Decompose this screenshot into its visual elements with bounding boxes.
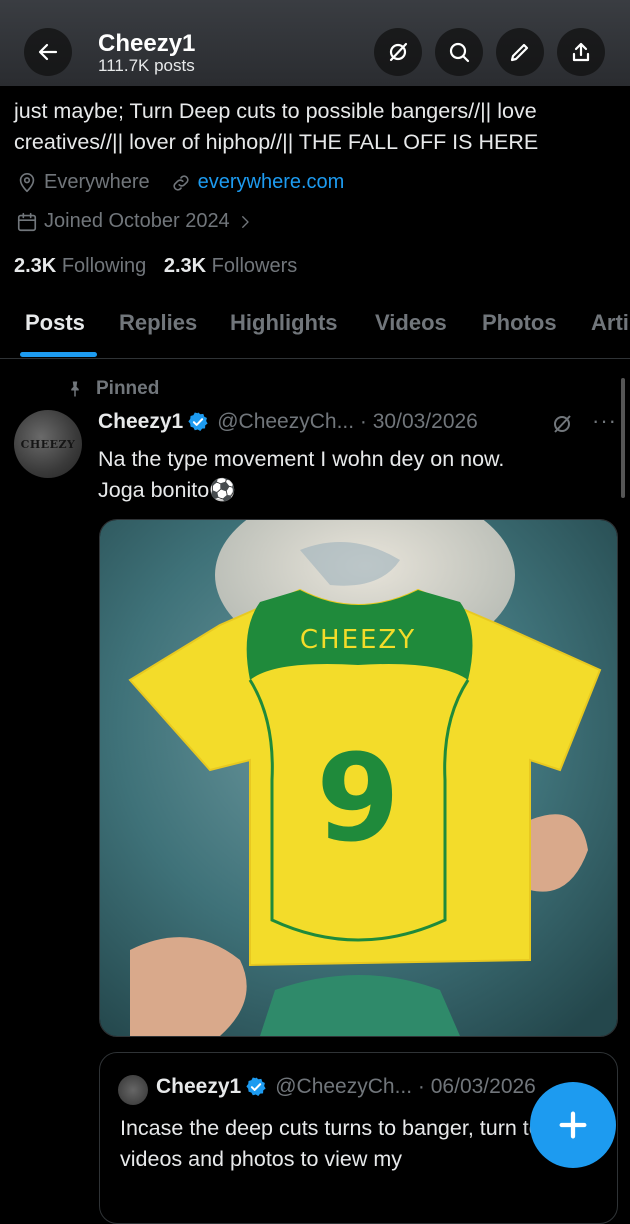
- post-text: Na the type movement I wohn dey on now. …: [98, 444, 598, 506]
- profile-tabs: Posts Replies Highlights Videos Photos A…: [0, 300, 630, 359]
- quoted-post-avatar: [118, 1075, 148, 1105]
- following-link[interactable]: 2.3K Following: [14, 255, 146, 277]
- followers-count: 2.3K: [163, 255, 207, 277]
- pinned-label: Pinned: [96, 378, 160, 399]
- profile-meta-row: Everywhere everywhere.com: [16, 171, 344, 194]
- header-display-name: Cheezy1: [98, 30, 196, 57]
- header-posts-count: 111.7K posts: [98, 56, 195, 75]
- tab-videos[interactable]: Videos: [375, 310, 447, 336]
- verified-badge-icon: [246, 1077, 266, 1096]
- back-button[interactable]: [24, 28, 72, 76]
- plus-icon: [559, 1111, 587, 1139]
- share-icon: [572, 42, 590, 62]
- follow-stats: 2.3K Following 2.3K Followers: [14, 255, 297, 278]
- followers-link[interactable]: 2.3K Followers: [164, 255, 297, 277]
- quoted-post-text: Incase the deep cuts turns to banger, tu…: [120, 1116, 576, 1171]
- post-author-avatar[interactable]: CHEEZY: [14, 410, 82, 478]
- search-button[interactable]: [435, 28, 483, 76]
- share-button[interactable]: [557, 28, 605, 76]
- link-icon: [173, 174, 189, 191]
- edit-icon: [510, 43, 529, 62]
- chevron-right-icon: [241, 215, 249, 228]
- jersey-name-text: CHEEZY: [300, 625, 416, 655]
- tab-posts[interactable]: Posts: [25, 310, 85, 336]
- tab-photos[interactable]: Photos: [482, 310, 557, 336]
- tab-highlights[interactable]: Highlights: [230, 310, 338, 336]
- profile-location: Everywhere: [44, 171, 150, 193]
- pin-icon: [71, 381, 79, 397]
- compose-post-button[interactable]: [530, 1082, 616, 1168]
- verified-badge-icon: [188, 412, 208, 431]
- profile-website-link[interactable]: everywhere.com: [198, 171, 345, 194]
- post-handle-date: @CheezyCh... · 30/03/2026: [217, 410, 478, 433]
- tab-replies[interactable]: Replies: [119, 310, 197, 336]
- edit-button[interactable]: [496, 28, 544, 76]
- jersey-number-text: 9: [316, 730, 400, 869]
- active-tab-indicator: [20, 352, 97, 357]
- profile-header-bar: Cheezy1 111.7K posts: [0, 0, 630, 86]
- grok-button[interactable]: [374, 28, 422, 76]
- followers-label: Followers: [211, 255, 298, 277]
- following-count: 2.3K: [14, 255, 57, 277]
- grok-icon: [389, 42, 408, 62]
- quoted-handle-date: @CheezyCh... · 06/03/2026: [275, 1075, 536, 1098]
- post-more-options[interactable]: ···: [592, 408, 617, 434]
- jersey-photo: CHEEZY 9: [100, 520, 617, 1036]
- post-author-name[interactable]: Cheezy1: [98, 410, 183, 434]
- profile-bio: just maybe; Turn Deep cuts to possible b…: [14, 99, 539, 154]
- scrollbar[interactable]: [621, 378, 625, 498]
- following-label: Following: [61, 255, 147, 277]
- post-text-line: Na the type movement I wohn dey on now.: [98, 447, 505, 471]
- profile-joined-date: Joined October 2024: [44, 210, 230, 232]
- quoted-post-header: Cheezy1 @CheezyCh... · 06/03/2026: [156, 1075, 536, 1099]
- quoted-author-name: Cheezy1: [156, 1075, 242, 1098]
- post-media-image[interactable]: CHEEZY 9: [99, 519, 618, 1037]
- pinned-indicator: Pinned: [66, 378, 159, 400]
- joined-row[interactable]: Joined October 2024: [16, 210, 260, 233]
- back-arrow-icon: [38, 43, 58, 61]
- post-text-line: Joga bonito⚽: [98, 478, 236, 502]
- tab-articles[interactable]: Arti: [591, 310, 629, 336]
- location-icon: [19, 172, 35, 192]
- post-grok-icon[interactable]: [550, 412, 574, 436]
- avatar-logo-text: CHEEZY: [20, 437, 76, 451]
- search-icon: [449, 42, 470, 63]
- post-header: Cheezy1 @CheezyCh... · 30/03/2026: [98, 410, 478, 434]
- calendar-icon: [17, 212, 37, 231]
